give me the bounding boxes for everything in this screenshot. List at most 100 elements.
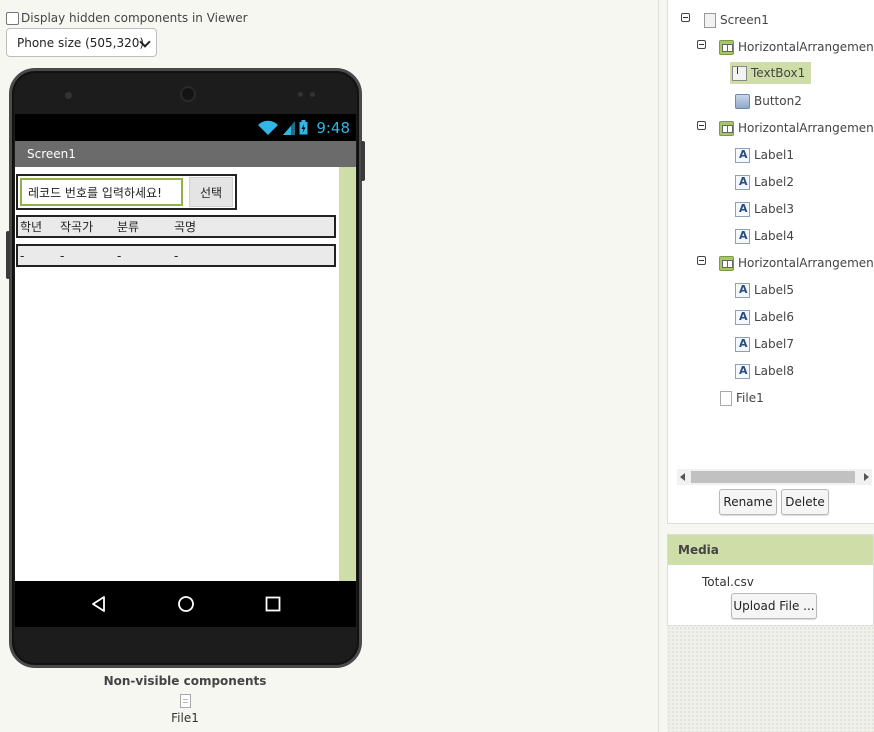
screen-canvas[interactable]: 레코드 번호를 입력하세요! 선택 학년 작곡가 분류 곡명 - - - -: [15, 167, 356, 581]
file-icon: [720, 390, 732, 406]
media-header: Media: [668, 535, 873, 565]
tree-item-label6[interactable]: Label6: [735, 306, 794, 328]
tree-item-label4[interactable]: Label4: [735, 225, 794, 247]
tree-horizontal-scrollbar[interactable]: [677, 469, 872, 485]
file-icon: [179, 694, 191, 708]
button-icon: [735, 93, 750, 109]
tree-item-label: Label6: [754, 310, 795, 324]
battery-icon: [299, 120, 308, 135]
label5[interactable]: -: [18, 249, 60, 263]
textbox1-hint: 레코드 번호를 입력하세요!: [28, 185, 162, 200]
tree-item-file1[interactable]: File1: [720, 387, 764, 409]
screen-title-bar: Screen1: [15, 141, 356, 167]
label-icon: [735, 363, 750, 379]
horizontal-arrangement-3[interactable]: 레코드 번호를 입력하세요! 선택: [16, 174, 237, 210]
tree-item-horizontalarrangement1[interactable]: HorizontalArrangement1: [719, 117, 874, 139]
label3[interactable]: 분류: [117, 218, 174, 235]
label2[interactable]: 작곡가: [60, 218, 117, 235]
tree-item-label: HorizontalArrangement2: [738, 256, 874, 270]
label-icon: [735, 228, 750, 244]
delete-button-label: Delete: [785, 495, 825, 509]
phone-sensor-icon: [310, 92, 315, 97]
collapse-ha3-icon[interactable]: [697, 40, 706, 49]
textbox1[interactable]: 레코드 번호를 입력하세요!: [20, 178, 183, 206]
delete-button[interactable]: Delete: [781, 489, 829, 515]
wifi-icon: [258, 120, 279, 135]
phone-size-value: Phone size (505,320): [17, 35, 145, 50]
nonvisible-file1-label: File1: [171, 711, 199, 725]
tree-item-label: Label2: [754, 175, 795, 189]
rename-button-label: Rename: [723, 495, 773, 509]
scroll-left-icon[interactable]: [680, 473, 685, 481]
horizontal-arrangement-1[interactable]: 학년 작곡가 분류 곡명: [16, 215, 336, 238]
rename-button[interactable]: Rename: [719, 489, 777, 515]
label-icon: [735, 336, 750, 352]
textbox-icon: [732, 65, 747, 81]
display-hidden-toggle[interactable]: Display hidden components in Viewer: [6, 11, 248, 25]
media-title: Media: [678, 543, 719, 557]
horizontal-arrangement-icon: [719, 120, 734, 136]
status-time: 9:48: [316, 118, 350, 137]
phone-size-select[interactable]: Phone size (505,320): [6, 28, 157, 57]
label8[interactable]: -: [174, 249, 234, 263]
tree-item-label1[interactable]: Label1: [735, 144, 794, 166]
scrollbar-thumb[interactable]: [691, 471, 855, 483]
label6[interactable]: -: [60, 249, 117, 263]
phone-side-button: [6, 231, 10, 279]
tree-item-label7[interactable]: Label7: [735, 333, 794, 355]
tree-item-label8[interactable]: Label8: [735, 360, 794, 382]
label4[interactable]: 곡명: [174, 218, 234, 235]
tree-item-textbox1[interactable]: TextBox1: [730, 62, 812, 84]
panel-divider: [658, 0, 659, 732]
label-icon: [735, 147, 750, 163]
tree-item-label3[interactable]: Label3: [735, 198, 794, 220]
collapse-screen1-icon[interactable]: [681, 13, 690, 22]
tree-item-label: HorizontalArrangement3: [738, 40, 874, 54]
phone-camera-icon: [65, 92, 72, 99]
tree-item-label: Screen1: [720, 13, 769, 27]
screen-icon: [704, 12, 716, 28]
nonvisible-file1[interactable]: File1: [165, 694, 205, 725]
recents-icon: [265, 596, 280, 612]
phone-sensor-icon: [298, 92, 303, 97]
collapse-ha1-icon[interactable]: [697, 121, 706, 130]
tree-item-screen1[interactable]: Screen1: [704, 9, 769, 31]
tree-item-horizontalarrangement3[interactable]: HorizontalArrangement3: [719, 36, 874, 58]
label7[interactable]: -: [117, 249, 174, 263]
viewer-panel: Display hidden components in Viewer Phon…: [0, 0, 658, 732]
signal-icon: [283, 120, 296, 135]
status-bar: 9:48: [15, 114, 356, 141]
tree-item-label: Button2: [754, 94, 802, 108]
nav-bar: [15, 581, 356, 627]
display-hidden-label: Display hidden components in Viewer: [21, 11, 248, 25]
upload-file-button[interactable]: Upload File ...: [731, 593, 817, 619]
tree-item-button2[interactable]: Button2: [735, 90, 802, 112]
media-file-item[interactable]: Total.csv: [702, 575, 754, 589]
label1[interactable]: 학년: [18, 218, 60, 235]
collapse-ha2-icon[interactable]: [697, 256, 706, 265]
tree-item-label5[interactable]: Label5: [735, 279, 794, 301]
display-hidden-checkbox[interactable]: [6, 11, 19, 25]
tree-item-label: File1: [736, 391, 764, 405]
button2-label: 선택: [199, 185, 223, 200]
horizontal-arrangement-icon: [719, 255, 734, 271]
home-icon: [177, 596, 194, 612]
tree-item-label2[interactable]: Label2: [735, 171, 794, 193]
upload-file-button-label: Upload File ...: [733, 599, 815, 613]
tree-item-label: Label5: [754, 283, 795, 297]
button2[interactable]: 선택: [189, 177, 233, 207]
tree-item-label: Label8: [754, 364, 795, 378]
nonvisible-components-title: Non-visible components: [103, 674, 267, 688]
phone-side-button: [361, 141, 365, 181]
label-icon: [735, 201, 750, 217]
horizontal-arrangement-2[interactable]: - - - -: [16, 244, 336, 267]
label-icon: [735, 174, 750, 190]
components-tree-panel: Screen1 HorizontalArrangement3 TextBox1 …: [667, 0, 874, 524]
tree-item-label: Label1: [754, 148, 795, 162]
tree-item-horizontalarrangement2[interactable]: HorizontalArrangement2: [719, 252, 874, 274]
scroll-right-icon[interactable]: [864, 473, 869, 481]
tree-item-label: Label4: [754, 229, 795, 243]
tree-item-label: TextBox1: [751, 66, 806, 80]
tree-item-label: Label7: [754, 337, 795, 351]
tree-item-label: HorizontalArrangement1: [738, 121, 874, 135]
